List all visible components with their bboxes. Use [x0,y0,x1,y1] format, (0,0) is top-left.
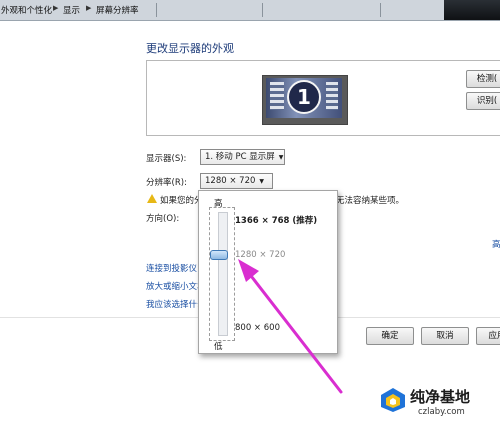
watermark-logo-icon [381,388,405,412]
watermark-url: czlaby.com [418,407,465,417]
annotation-arrow [238,259,343,394]
arrow-head [238,259,259,282]
arrow-shaft [246,270,343,394]
watermark-title: 纯净基地 [410,388,471,406]
